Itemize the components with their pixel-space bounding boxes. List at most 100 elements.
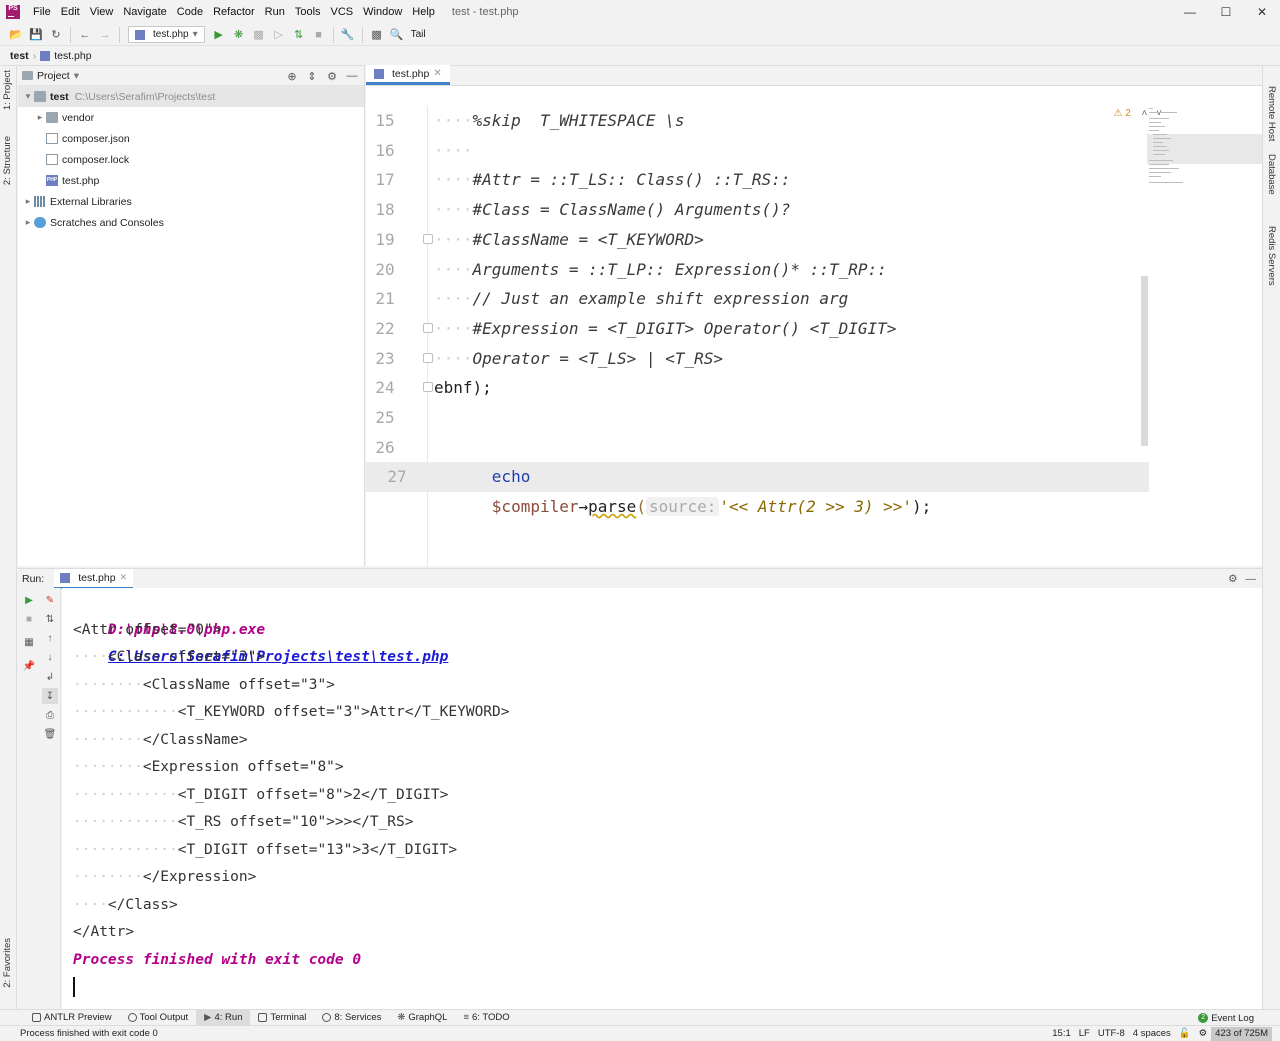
tool-tab-project[interactable]: 1: Project [2, 70, 13, 110]
sync-icon[interactable]: ↻ [46, 25, 66, 45]
menu-help[interactable]: Help [407, 6, 440, 18]
rerun-icon[interactable]: ▶ [21, 592, 37, 608]
memory-indicator[interactable]: 423 of 725M [1211, 1026, 1272, 1041]
caret-position[interactable]: 15:1 [1048, 1028, 1075, 1039]
down-arrow-icon[interactable]: ↓ [42, 649, 58, 665]
locate-icon[interactable]: ⊕ [284, 66, 300, 86]
layout-icon[interactable]: ▦ [21, 634, 37, 650]
forward-arrow-icon[interactable]: → [95, 25, 115, 45]
tool-tab-todo[interactable]: ≡ 6: TODO [455, 1010, 517, 1026]
close-icon[interactable]: ✕ [1244, 0, 1280, 24]
code-minimap[interactable] [1147, 106, 1262, 566]
tree-item-composer-json[interactable]: composer.json [18, 128, 364, 149]
run-icon[interactable]: ▶ [209, 25, 229, 45]
chevron-right-icon[interactable]: ▸ [22, 217, 34, 228]
line-number: 15 [375, 111, 395, 130]
maximize-icon[interactable]: ☐ [1208, 0, 1244, 24]
tool-tab-structure[interactable]: 2: Structure [2, 136, 13, 185]
tool-tab-run[interactable]: ▶ 4: Run [196, 1009, 251, 1026]
close-tab-icon[interactable]: ✕ [120, 572, 128, 583]
tree-item-scratches[interactable]: ▸ Scratches and Consoles [18, 212, 364, 233]
trash-icon[interactable]: 🗑 [42, 726, 58, 742]
lock-icon[interactable]: 🔓 [1175, 1028, 1195, 1039]
fold-marker-icon[interactable] [423, 353, 433, 363]
tail-button[interactable]: Tail [411, 29, 426, 40]
hide-panel-icon[interactable]: — [344, 66, 360, 86]
indent-setting[interactable]: 4 spaces [1129, 1028, 1175, 1039]
main-toolbar: 📂 💾 ↻ ← → test.php ▾ ▶ ❋ ▩ ▷ ⇅ ■ 🔧 ▩ 🔍 T… [0, 24, 1280, 46]
event-log-button[interactable]: 2 Event Log [1198, 1010, 1254, 1026]
project-view-selector[interactable]: Project [37, 70, 70, 82]
chevron-down-icon[interactable]: ▾ [22, 91, 34, 102]
tree-root[interactable]: ▾ test C:\Users\Serafim\Projects\test [18, 86, 364, 107]
menu-code[interactable]: Code [172, 6, 208, 18]
debug-icon[interactable]: ❋ [229, 25, 249, 45]
menu-navigate[interactable]: Navigate [118, 6, 171, 18]
file-encoding[interactable]: UTF-8 [1094, 1028, 1129, 1039]
scroll-to-end-icon[interactable]: ↧ [42, 688, 58, 704]
menu-tools[interactable]: Tools [290, 6, 326, 18]
fold-marker-icon[interactable] [423, 382, 433, 392]
gear-icon[interactable]: ⚙ [324, 66, 340, 86]
inspector-icon[interactable]: ⚙ [1195, 1028, 1212, 1039]
menu-window[interactable]: Window [358, 6, 407, 18]
tree-item-external-libraries[interactable]: ▸ External Libraries [18, 191, 364, 212]
editor-tab-test-php[interactable]: test.php ✕ [366, 65, 450, 85]
menu-vcs[interactable]: VCS [326, 6, 359, 18]
settings-wrench-icon[interactable]: 🔧 [338, 25, 358, 45]
tool-tab-database[interactable]: Database [1266, 154, 1277, 195]
hide-panel-icon[interactable]: — [1246, 573, 1257, 585]
right-tool-stripe: Remote Host Database Redis Servers [1262, 66, 1280, 1009]
tool-tab-remote-host[interactable]: Remote Host [1266, 86, 1277, 141]
gear-icon[interactable]: ⚙ [1228, 573, 1237, 585]
code-text[interactable]: ····%skip T_WHITESPACE \s ···· ····#Attr… [434, 106, 1214, 566]
breadcrumb-file[interactable]: test.php [54, 50, 91, 62]
pin-icon[interactable]: 📌 [21, 658, 37, 674]
print-icon[interactable]: ⎙ [42, 707, 58, 723]
line-separator[interactable]: LF [1075, 1028, 1094, 1039]
menu-refactor[interactable]: Refactor [208, 6, 260, 18]
collapse-all-icon[interactable]: ⇕ [304, 66, 320, 86]
fold-marker-icon[interactable] [423, 323, 433, 333]
stop-icon[interactable]: ■ [309, 25, 329, 45]
open-folder-icon[interactable]: 📂 [6, 25, 26, 45]
fold-marker-icon[interactable] [423, 234, 433, 244]
sort-icon[interactable]: ⇅ [42, 611, 58, 627]
tree-item-vendor[interactable]: ▸ vendor [18, 107, 364, 128]
tree-item-test-php[interactable]: PHP test.php [18, 170, 364, 191]
soft-wrap-icon[interactable]: ↲ [42, 669, 58, 685]
coverage-icon[interactable]: ▩ [249, 25, 269, 45]
menu-view[interactable]: View [85, 6, 119, 18]
profile-icon[interactable]: ▷ [269, 25, 289, 45]
console-line: <T_RS offset="10">>></T_RS> [177, 814, 414, 830]
breadcrumb-project[interactable]: test [10, 50, 29, 62]
tree-item-composer-lock[interactable]: composer.lock [18, 149, 364, 170]
stop-icon[interactable]: ■ [21, 611, 37, 627]
close-tab-icon[interactable]: ✕ [433, 68, 441, 79]
tool-tab-services[interactable]: 8: Services [314, 1010, 389, 1026]
chevron-right-icon[interactable]: ▸ [22, 196, 34, 207]
save-icon[interactable]: 💾 [26, 25, 46, 45]
menu-edit[interactable]: Edit [56, 6, 85, 18]
tool-tab-favorites[interactable]: 2: Favorites [2, 938, 13, 988]
rerun-icon[interactable]: ⇅ [289, 25, 309, 45]
tool-tab-redis[interactable]: Redis Servers [1266, 226, 1277, 286]
run-tab-test-php[interactable]: test.php ✕ [54, 568, 134, 589]
up-arrow-icon[interactable]: ↑ [42, 630, 58, 646]
menu-run[interactable]: Run [260, 6, 290, 18]
event-log-badge: 2 [1198, 1013, 1209, 1023]
console-indent: ········ [73, 869, 143, 885]
clear-icon[interactable]: ✎ [42, 592, 58, 608]
search-icon[interactable]: 🔍 [387, 25, 407, 45]
back-arrow-icon[interactable]: ← [75, 25, 95, 45]
run-console[interactable]: D:\php\8.0\php.exe C:\Users\Serafim\Proj… [62, 588, 1262, 1009]
tool-tab-terminal[interactable]: Terminal [250, 1010, 314, 1026]
minimize-icon[interactable]: — [1172, 0, 1208, 24]
tool-tab-tool-output[interactable]: Tool Output [120, 1010, 197, 1026]
chevron-right-icon[interactable]: ▸ [34, 112, 46, 123]
run-config-dropdown[interactable]: test.php ▾ [128, 26, 205, 43]
tool-tab-graphql[interactable]: ❋ GraphQL [389, 1010, 455, 1026]
tool-tab-antlr-preview[interactable]: ANTLR Preview [24, 1010, 120, 1026]
terminal-icon[interactable]: ▩ [367, 25, 387, 45]
menu-file[interactable]: File [28, 6, 56, 18]
